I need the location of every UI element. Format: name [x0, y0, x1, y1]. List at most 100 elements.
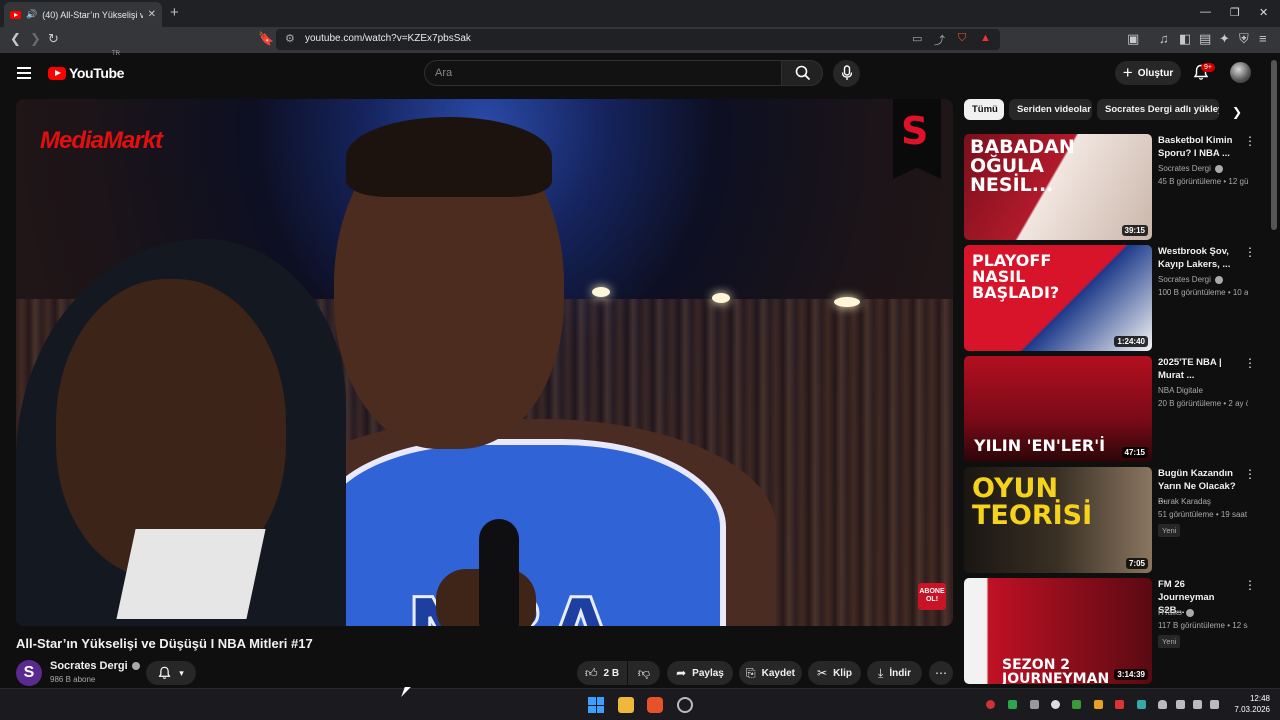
address-bar[interactable]: ⚙ youtube.com/watch?v=KZEx7pbsSak ▭ ⤴ ⛉ … [276, 29, 1000, 50]
tray-app-icon[interactable] [1051, 700, 1060, 709]
reporter-suit [16, 239, 346, 626]
thumbnail-caption: BABADAN OĞULA NESİL... [970, 136, 1075, 196]
chevron-right-icon[interactable]: ❯ [1232, 105, 1242, 119]
tray-app-icon[interactable] [1072, 700, 1081, 709]
chip-all[interactable]: Tümü [964, 99, 1004, 120]
tray-app-icon[interactable] [1008, 700, 1017, 709]
recommendation-item[interactable]: OYUN TEORİSİ 7:05 Bugün Kazandın Yarın N… [964, 467, 1264, 573]
more-vertical-icon[interactable]: ⋮ [1244, 357, 1256, 369]
recommendation-item[interactable]: YILIN 'EN'LER'İ 47:15 2025'TE NBA | Mura… [964, 356, 1264, 462]
back-icon[interactable]: ❮ [10, 32, 21, 46]
account-avatar[interactable] [1230, 62, 1251, 83]
subscriber-count: 986 B abone [50, 675, 96, 684]
chip-uploader[interactable]: Socrates Dergi adlı yükleyiciden [1097, 99, 1219, 120]
thumbnail-caption: OYUN TEORİSİ [972, 473, 1093, 531]
brave-browser-icon[interactable] [647, 697, 663, 713]
channel-corner-badge: S [893, 99, 941, 179]
microphone-tray-icon[interactable] [1158, 700, 1167, 709]
browser-tab[interactable]: 🔊 (40) All-Star’ın Yükselişi ve Dü ✕ [4, 2, 162, 27]
microphone-icon [841, 65, 853, 80]
brave-rewards-icon[interactable]: ▲ [980, 32, 991, 44]
recommendation-item[interactable]: BABADAN OĞULA NESİL... 39:15 Basketbol K… [964, 134, 1264, 240]
recommendation-item[interactable]: PLAYOFF NASIL BAŞLADI? 1:24:40 Westbrook… [964, 245, 1264, 351]
channel-name[interactable]: Socrates Dergi [50, 660, 140, 672]
site-info-icon[interactable]: ⚙ [285, 32, 295, 45]
hamburger-menu-icon[interactable] [17, 67, 31, 79]
more-vertical-icon[interactable]: ⋮ [1244, 468, 1256, 480]
more-vertical-icon[interactable]: ⋮ [1244, 246, 1256, 258]
share-button[interactable]: ➦ Paylaş [667, 661, 733, 685]
recommendation-channel: Socrates Dergi [1158, 275, 1223, 284]
channel-avatar[interactable]: S [16, 660, 42, 686]
speaker-icon[interactable]: 🔊 [26, 9, 37, 20]
plus-icon: + [1122, 63, 1133, 82]
recommendation-channel: NBA Digitale [1158, 386, 1203, 395]
vpn-icon[interactable]: ⛨ [1239, 32, 1249, 46]
close-tab-icon[interactable]: ✕ [148, 9, 156, 20]
video-thumbnail[interactable]: BABADAN OĞULA NESİL... 39:15 [964, 134, 1152, 240]
video-player[interactable]: NBA MediaMarkt S ABONE OL! [16, 99, 953, 626]
tray-app-icon[interactable] [1115, 700, 1124, 709]
new-tab-icon[interactable]: + [170, 5, 179, 20]
volume-icon[interactable] [1193, 700, 1202, 709]
file-explorer-icon[interactable] [618, 697, 634, 713]
recommendation-title: 2025'TE NBA | Murat ... [1158, 357, 1222, 381]
clip-label: Klip [833, 667, 852, 679]
page-scrollbar[interactable] [1271, 60, 1277, 230]
taskbar-clock[interactable]: 12:48 7.03.2026 [1228, 693, 1270, 715]
recommendation-channel: Burak Karadaş [1158, 497, 1211, 506]
video-thumbnail[interactable]: PLAYOFF NASIL BAŞLADI? 1:24:40 [964, 245, 1152, 351]
tray-app-icon[interactable] [1030, 700, 1039, 709]
tray-app-icon[interactable] [1094, 700, 1103, 709]
cast-icon[interactable]: ▭ [912, 32, 922, 45]
download-button[interactable]: ⤓ İndir [867, 661, 922, 685]
wallet-icon[interactable]: ▤ [1199, 32, 1211, 46]
media-icon[interactable]: ♫ [1159, 32, 1169, 46]
windows-start-icon[interactable] [588, 697, 604, 713]
recommendation-channel: HTalks [1158, 608, 1195, 617]
video-thumbnail[interactable]: OYUN TEORİSİ 7:05 [964, 467, 1152, 573]
logo-region: TR [112, 51, 120, 57]
restore-icon[interactable]: ❐ [1230, 6, 1240, 19]
youtube-logo[interactable]: YouTube [48, 65, 124, 81]
sidebar-icon[interactable]: ◧ [1179, 32, 1191, 46]
brave-shield-icon[interactable]: ⛉ [958, 32, 966, 45]
youtube-favicon-icon [10, 10, 21, 19]
minimize-icon[interactable]: — [1200, 6, 1211, 18]
search-input[interactable]: Ara [424, 60, 782, 86]
logo-text: YouTube [69, 65, 125, 81]
voice-search-button[interactable] [833, 60, 860, 87]
search-button[interactable] [781, 60, 823, 86]
like-button[interactable]: 👍︎ 2 B [577, 661, 627, 685]
menu-icon[interactable]: ≡ [1259, 32, 1267, 46]
battery-icon[interactable] [1210, 700, 1219, 709]
clip-button[interactable]: ✂ Klip [808, 661, 861, 685]
forward-icon[interactable]: ❯ [30, 32, 41, 46]
leo-ai-icon[interactable]: ✦ [1219, 32, 1230, 46]
reload-icon[interactable]: ↻ [48, 32, 59, 46]
tray-app-icon[interactable] [986, 700, 995, 709]
clock-app-icon[interactable] [677, 697, 693, 713]
more-vertical-icon[interactable]: ⋮ [1244, 579, 1256, 591]
player-hair [346, 117, 552, 197]
recommendation-meta: 51 görüntüleme • 19 saat önce [1158, 510, 1248, 519]
window-close-icon[interactable]: ✕ [1259, 6, 1268, 19]
subscription-bell-button[interactable]: ▾ [146, 661, 196, 685]
create-button[interactable]: + Oluştur [1115, 61, 1181, 85]
recommendation-item[interactable]: SEZON 2 JOURNEYMAN 3:14:39 FM 26 Journey… [964, 578, 1264, 684]
verified-icon [1214, 275, 1223, 284]
more-vertical-icon[interactable]: ⋮ [1244, 135, 1256, 147]
network-icon[interactable] [1176, 700, 1185, 709]
subscribe-overlay-badge[interactable]: ABONE OL! [918, 583, 946, 610]
more-actions-button[interactable]: ⋯ [929, 661, 953, 685]
share-page-icon[interactable]: ⤴ [934, 32, 945, 48]
sidebar-panel-icon[interactable]: ▣ [1127, 32, 1139, 46]
video-thumbnail[interactable]: SEZON 2 JOURNEYMAN 3:14:39 [964, 578, 1152, 684]
duration-badge: 39:15 [1121, 225, 1148, 236]
bookmark-icon[interactable]: 🔖 [258, 32, 274, 46]
save-button[interactable]: ⎘ Kaydet [739, 661, 802, 685]
dislike-button[interactable]: 👎︎ [628, 661, 660, 685]
chip-series[interactable]: Seriden videolar [1009, 99, 1092, 120]
video-thumbnail[interactable]: YILIN 'EN'LER'İ 47:15 [964, 356, 1152, 462]
tray-app-icon[interactable] [1137, 700, 1146, 709]
